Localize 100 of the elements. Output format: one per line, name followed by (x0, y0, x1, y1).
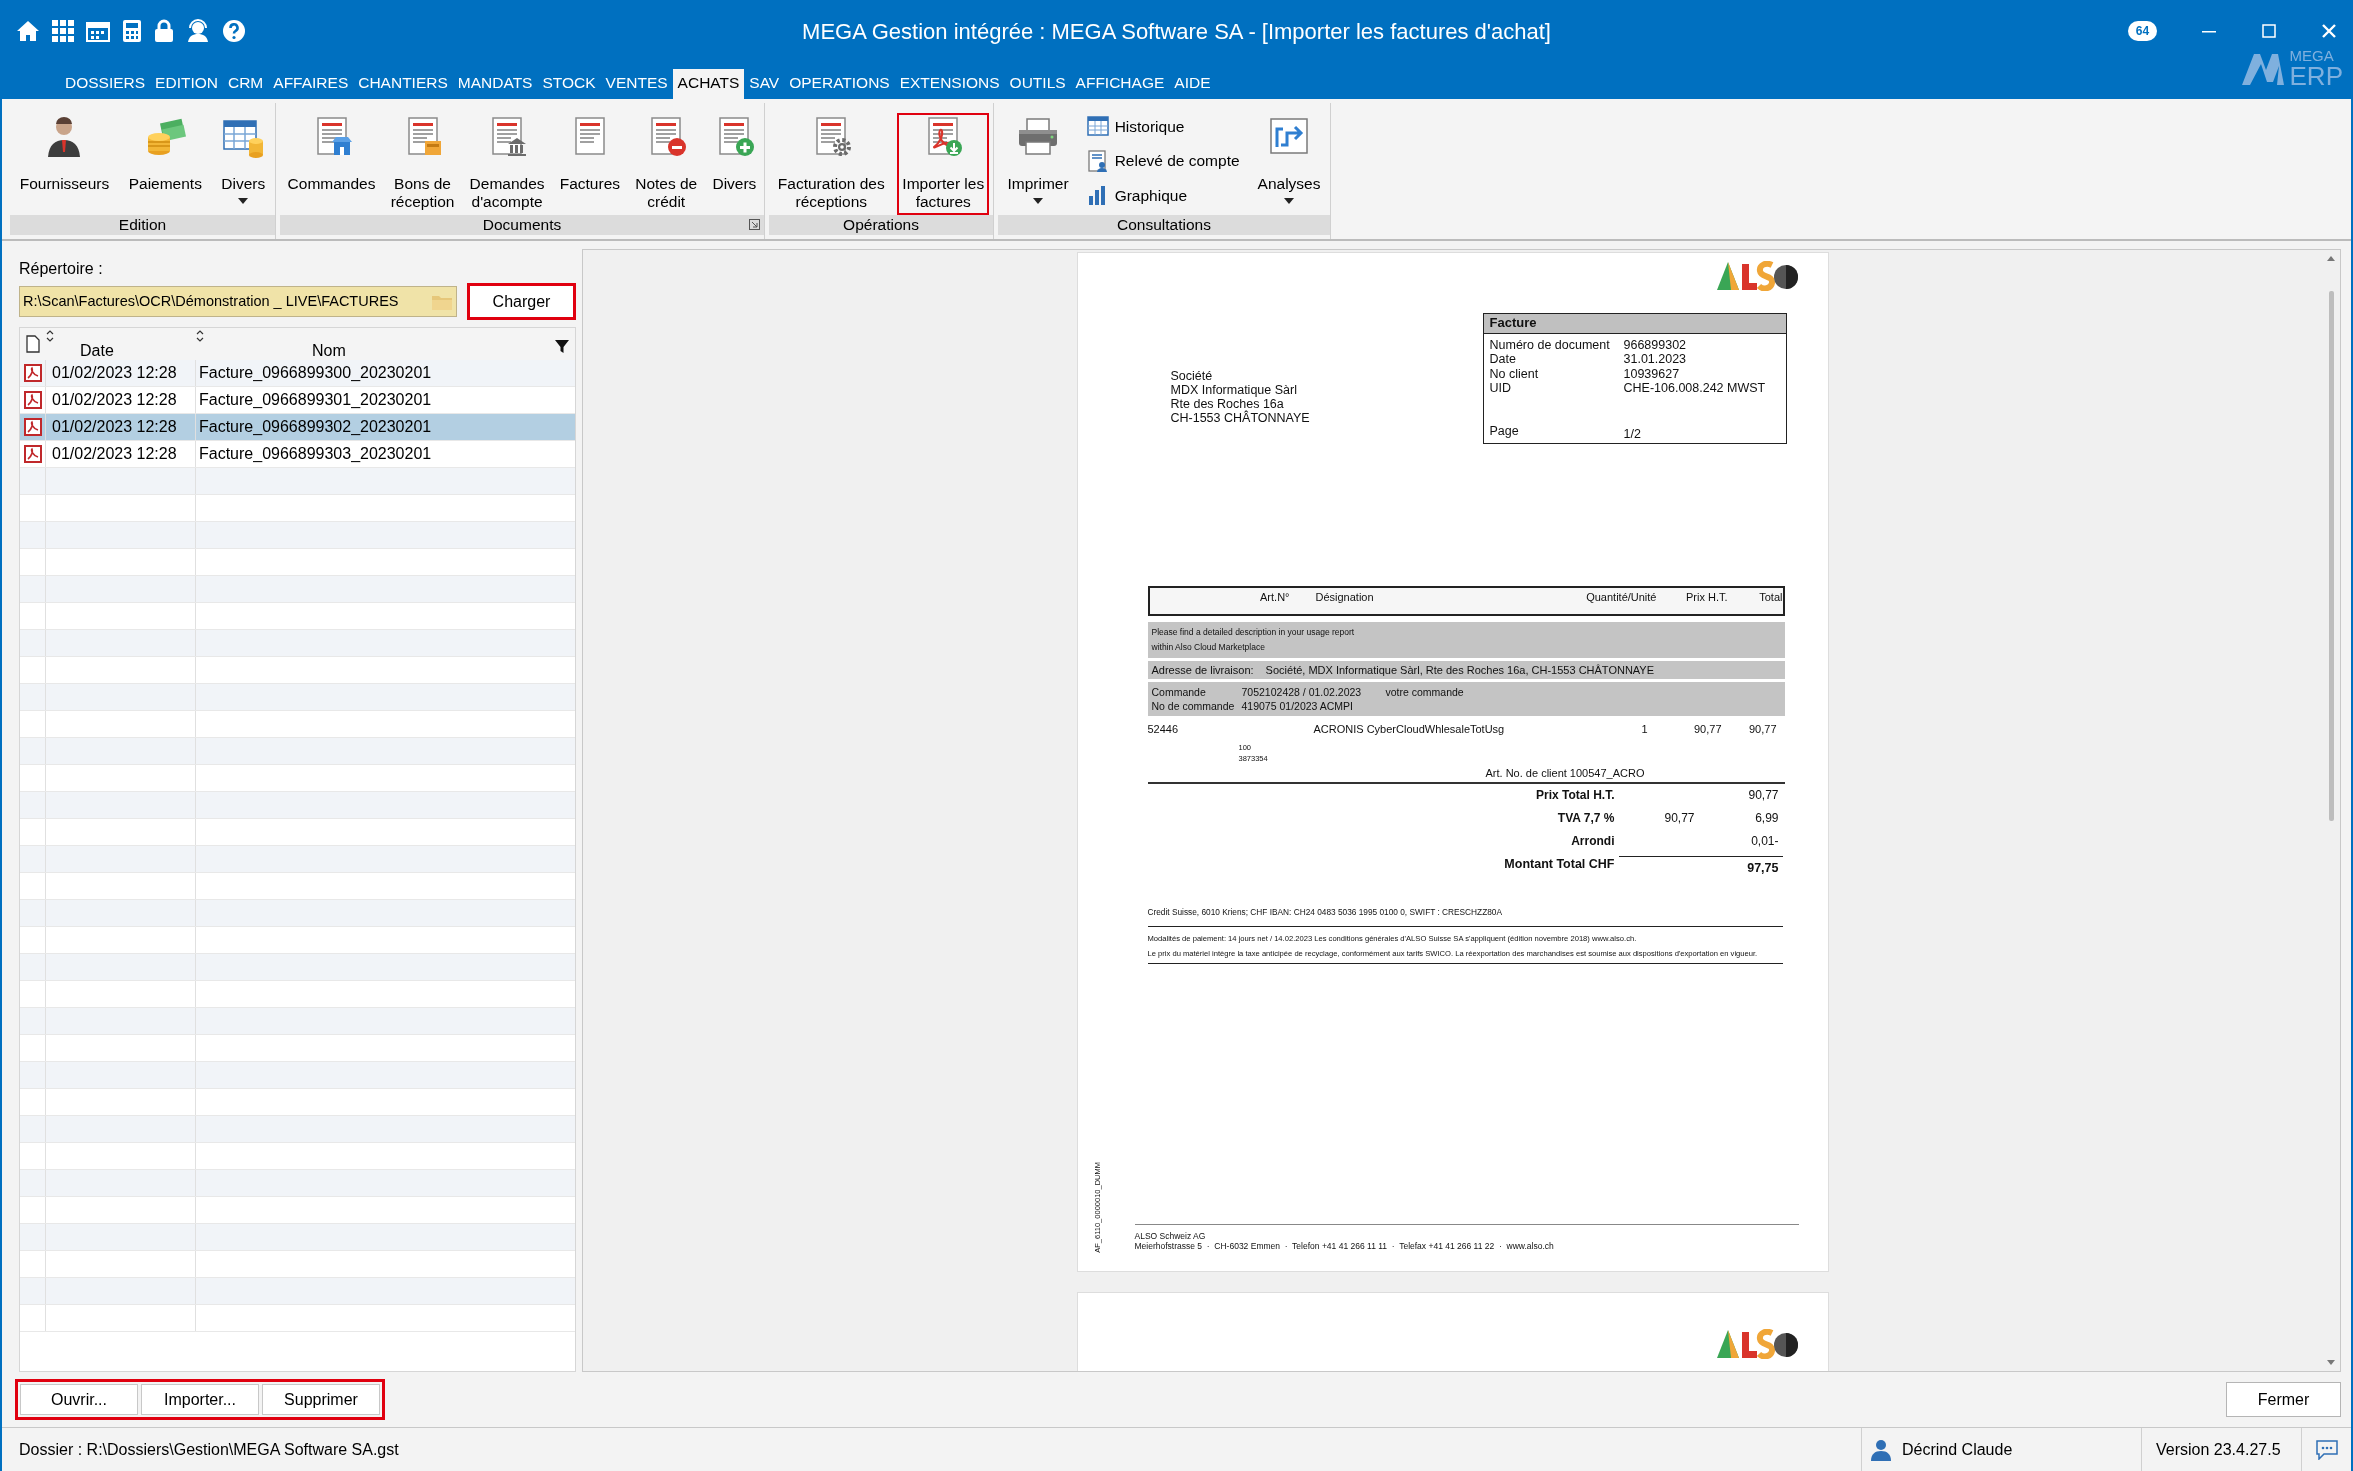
logo-text: ERP (2289, 63, 2343, 89)
column-header: Total (1758, 590, 1784, 605)
column-header[interactable]: Nom (312, 339, 346, 363)
menu-tab[interactable]: EDITION (150, 69, 223, 99)
ribbon-button[interactable]: Graphique (1082, 179, 1244, 211)
table-cell: 01/02/2023 12:28 (46, 360, 196, 386)
scroll-down-icon[interactable] (2327, 1360, 2335, 1365)
action-button[interactable]: Importer... (141, 1384, 259, 1415)
scroll-up-icon[interactable] (2327, 256, 2335, 261)
ribbon-button[interactable]: Divers (707, 113, 762, 197)
total-value: 6,99 (1754, 810, 1780, 827)
status-text: Dossier : R:\Dossiers\Gestion\MEGA Software SA.gst (18, 1439, 400, 1460)
bank-details: Credit Suisse, 6010 Kriens; CHF IBAN: CH24 0483 5036 1995 0100 0, SWIFT : CRESCHZZ80A (1147, 905, 1503, 919)
footer-address: Meierhofstrasse 5 · CH-6032 Emmen · Telefon +41 41 266 11 11 · Telefax +41 41 266 11 22 · www.also.ch (1134, 1241, 1555, 1251)
order-label: No de commande (1151, 699, 1236, 713)
field-label: Page (1489, 423, 1520, 440)
path-field[interactable]: R:\Scan\Factures\OCR\Démonstration _ LIVE\FACTURES (19, 286, 457, 317)
version-text: Version 23.4.27.5 (2156, 1439, 2281, 1460)
ribbon-button[interactable]: Fournisseurs (14, 113, 115, 197)
window-title: MEGA Gestion intégrée : MEGA Software SA - [Importer les factures d'achat] (801, 17, 1552, 46)
menu-tab[interactable]: ACHATS (672, 69, 745, 99)
calculator-icon[interactable] (122, 19, 142, 43)
menu-tab[interactable]: EXTENSIONS (894, 69, 1005, 99)
lock-icon[interactable] (154, 19, 174, 43)
menu-tab[interactable]: SAV (744, 69, 785, 99)
grid-icon[interactable] (52, 20, 74, 42)
close-icon[interactable] (2321, 23, 2337, 39)
calendar-icon[interactable] (86, 20, 110, 42)
menu-tab[interactable]: CRM (223, 69, 269, 99)
field-label: Numéro de document (1489, 337, 1611, 352)
menu-tab[interactable]: MANDATS (452, 69, 538, 99)
address-line: Rte des Roches 16a (1170, 397, 1284, 411)
chat-icon[interactable] (2315, 1439, 2338, 1460)
order-value: 7052102428 / 01.02.2023 (1241, 685, 1363, 699)
logo-icon (1714, 261, 1799, 291)
filter-icon[interactable] (555, 339, 569, 353)
menu-tab[interactable]: VENTES (600, 69, 673, 99)
delivery-label: Adresse de livraison: (1151, 663, 1254, 677)
column-header: Art.N° (1259, 590, 1291, 605)
field-value: 10939627 (1623, 366, 1680, 381)
ribbon-button[interactable]: Paiements (123, 113, 207, 197)
menu-tab[interactable]: DOSSIERS (60, 69, 151, 99)
sort-icon[interactable] (196, 330, 204, 342)
address-line: CH-1553 CHÂTONNAYE (1170, 411, 1310, 425)
menu-tab[interactable]: AFFICHAGE (1070, 69, 1170, 99)
address-line: Société (1170, 369, 1214, 383)
delivery-address: Société, MDX Informatique Sàrl, Rte des Roches 16a, CH-1553 CHÂTONNAYE (1265, 663, 1655, 677)
menu-tab[interactable]: OUTILS (1004, 69, 1071, 99)
menu-tab[interactable]: AFFAIRES (268, 69, 354, 99)
pdf-file-icon (23, 445, 42, 463)
ribbon-button[interactable]: Imprimer (1002, 113, 1074, 208)
help-icon[interactable] (222, 19, 246, 43)
pdf-file-icon (23, 391, 42, 409)
ribbon-button[interactable]: Analyses (1252, 113, 1326, 208)
close-button[interactable]: Fermer (2226, 1382, 2341, 1417)
item-cell-text: 90,77 (1692, 722, 1723, 737)
item-cell-text: 1 (1640, 722, 1649, 737)
version-badge: 64 (2128, 20, 2157, 42)
ribbon-button[interactable]: Facturation des réceptions (772, 113, 890, 215)
pdf-file-icon (23, 418, 42, 436)
menu-tab[interactable]: STOCK (537, 69, 601, 99)
menu-tab[interactable]: CHANTIERS (353, 69, 453, 99)
support-icon[interactable] (186, 19, 210, 43)
group-label: Opérations (843, 215, 919, 236)
item-cell-text: 52446 (1147, 722, 1180, 737)
table-cell-text: Facture_0966899300_20230201 (198, 363, 433, 383)
ribbon-button[interactable]: Notes de crédit (630, 113, 703, 215)
action-button[interactable]: Ouvrir... (20, 1384, 138, 1415)
scrollbar-thumb[interactable] (2328, 291, 2334, 821)
logo-mark-icon (2239, 51, 2286, 86)
load-button[interactable]: Charger (467, 283, 576, 320)
file-row[interactable]: 01/02/2023 12:28 Facture_0966899302_20230201 (20, 414, 575, 441)
ribbon-button[interactable]: Demandes d'acompte (464, 113, 550, 215)
ribbon-button[interactable]: Relevé de compte (1082, 145, 1244, 177)
home-icon[interactable] (16, 20, 40, 42)
logo-text: MEGA (2289, 48, 2334, 63)
address-line: MDX Informatique Sàrl (1170, 383, 1298, 397)
menu-tab[interactable]: OPERATIONS (784, 69, 895, 99)
total-base: 90,77 (1663, 810, 1696, 827)
user-icon[interactable] (1870, 1438, 1892, 1461)
group-label: Edition (118, 215, 167, 236)
ribbon-button[interactable]: Divers (216, 113, 271, 208)
field-value: CHE-106.008.242 MWST (1623, 381, 1766, 396)
maximize-icon[interactable] (2261, 23, 2277, 39)
launcher-icon[interactable] (749, 219, 760, 230)
group-label: Documents (482, 215, 562, 236)
column-header[interactable]: Date (80, 339, 114, 363)
ribbon-button[interactable]: Commandes (282, 113, 381, 197)
order-note: votre commande (1385, 685, 1465, 699)
ribbon-button[interactable]: Historique (1082, 111, 1244, 143)
action-button[interactable]: Supprimer (262, 1384, 380, 1415)
ribbon-button[interactable]: Factures (554, 113, 625, 197)
total-label: Montant Total CHF (1503, 856, 1616, 873)
menu-tab[interactable]: AIDE (1169, 69, 1216, 99)
invoice-title: Facture (1489, 315, 1537, 330)
file-row[interactable]: 01/02/2023 12:28 Facture_0966899300_20230201 (20, 360, 575, 387)
ribbon-button[interactable]: Importer les factures (897, 113, 990, 215)
field-value: 1/2 (1623, 426, 1641, 441)
ribbon-button[interactable]: Bons de réception (385, 113, 460, 215)
sort-icon[interactable] (46, 330, 54, 342)
